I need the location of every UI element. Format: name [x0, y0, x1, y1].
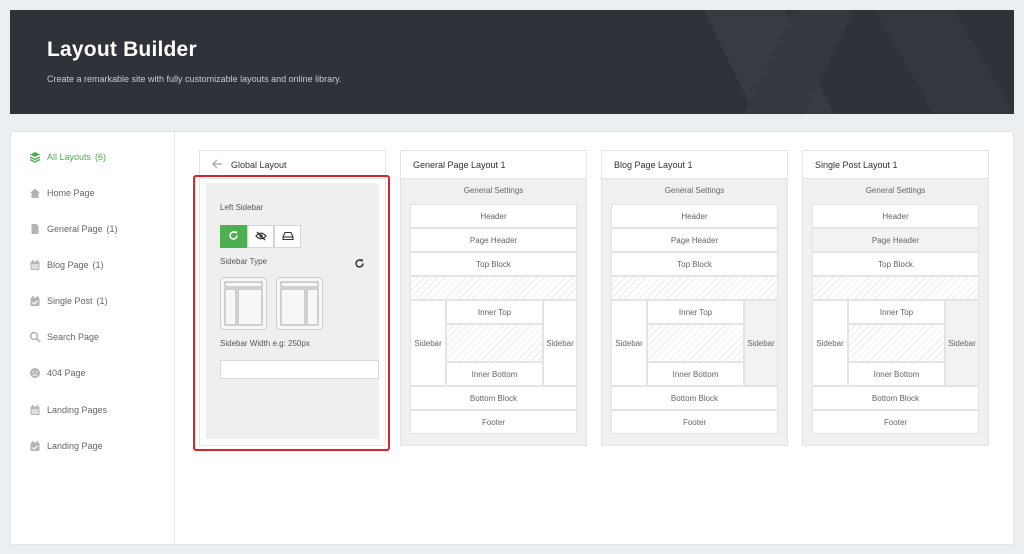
empty-block-placeholder	[611, 276, 778, 300]
content-area: Sidebar Inner Top Inner Bottom Sidebar	[410, 300, 577, 386]
sidebar-item-count: (1)	[96, 296, 108, 306]
content-area: Sidebar Inner Top Inner Bottom Sidebar	[812, 300, 979, 386]
header-block[interactable]: Header	[812, 204, 979, 228]
layers-icon	[29, 151, 41, 163]
right-sidebar-block[interactable]: Sidebar	[543, 300, 577, 386]
general-settings-link[interactable]: General Settings	[602, 179, 787, 201]
global-layout-title: Global Layout	[231, 159, 287, 170]
layout-preview: General Settings Header Page Header Top …	[803, 179, 988, 445]
left-sidebar-block[interactable]: Sidebar	[812, 300, 848, 386]
highlight-box	[193, 175, 390, 451]
sidebar-item-blog-page[interactable]: Blog Page (1)	[29, 257, 104, 273]
page-header-block[interactable]: Page Header	[812, 228, 979, 252]
main-content-placeholder	[446, 324, 543, 362]
general-settings-link[interactable]: General Settings	[803, 179, 988, 201]
sidebar-item-label: Home Page	[47, 188, 95, 198]
layout-nav: All Layouts (6) Home Page General Page (…	[11, 132, 175, 544]
empty-block-placeholder	[410, 276, 577, 300]
left-sidebar-block[interactable]: Sidebar	[410, 300, 446, 386]
main-content-placeholder	[848, 324, 945, 362]
arrow-left-icon[interactable]	[212, 158, 223, 172]
page-header-banner: Layout Builder Create a remarkable site …	[10, 10, 1014, 114]
bottom-block[interactable]: Bottom Block	[812, 386, 979, 410]
inner-top-block[interactable]: Inner Top	[647, 300, 744, 324]
top-block[interactable]: Top Block	[410, 252, 577, 276]
page-icon	[29, 223, 41, 235]
sidebar-item-label: 404 Page	[47, 368, 86, 378]
right-sidebar-block[interactable]: Sidebar	[744, 300, 778, 386]
left-sidebar-block[interactable]: Sidebar	[611, 300, 647, 386]
layout-card-blog-page[interactable]: Blog Page Layout 1 General Settings Head…	[601, 150, 788, 446]
sidebar-item-search-page[interactable]: Search Page	[29, 329, 103, 345]
sidebar-item-count: (6)	[95, 152, 107, 162]
content-area: Sidebar Inner Top Inner Bottom Sidebar	[611, 300, 778, 386]
right-sidebar-block[interactable]: Sidebar	[945, 300, 979, 386]
inner-bottom-block[interactable]: Inner Bottom	[647, 362, 744, 386]
sidebar-item-count: (1)	[106, 224, 118, 234]
sidebar-item-label: Landing Page	[47, 441, 103, 451]
sidebar-item-count: (1)	[92, 260, 104, 270]
sidebar-item-general-page[interactable]: General Page (1)	[29, 221, 118, 237]
banner-decoration	[704, 10, 1014, 114]
layout-card-title: General Page Layout 1	[401, 151, 586, 179]
sidebar-item-label: General Page	[47, 224, 103, 234]
sidebar-item-landing-page[interactable]: Landing Page	[29, 438, 107, 454]
calendar-icon	[29, 259, 41, 271]
footer-block[interactable]: Footer	[812, 410, 979, 434]
layout-preview: General Settings Header Page Header Top …	[401, 179, 586, 445]
sidebar-item-landing-pages[interactable]: Landing Pages	[29, 402, 111, 418]
home-icon	[29, 187, 41, 199]
inner-top-block[interactable]: Inner Top	[848, 300, 945, 324]
sidebar-item-all-layouts[interactable]: All Layouts (6)	[29, 149, 106, 165]
layout-card-single-post[interactable]: Single Post Layout 1 General Settings He…	[802, 150, 989, 446]
sidebar-item-label: All Layouts	[47, 152, 92, 162]
main-content-placeholder	[647, 324, 744, 362]
inner-bottom-block[interactable]: Inner Bottom	[446, 362, 543, 386]
footer-block[interactable]: Footer	[611, 410, 778, 434]
sidebar-item-label: Single Post	[47, 296, 93, 306]
layout-preview: General Settings Header Page Header Top …	[602, 179, 787, 445]
page-header-block[interactable]: Page Header	[611, 228, 778, 252]
layout-card-title: Blog Page Layout 1	[602, 151, 787, 179]
header-block[interactable]: Header	[611, 204, 778, 228]
bottom-block[interactable]: Bottom Block	[611, 386, 778, 410]
calendar-check-icon	[29, 295, 41, 307]
inner-bottom-block[interactable]: Inner Bottom	[848, 362, 945, 386]
layout-card-title: Single Post Layout 1	[803, 151, 988, 179]
footer-block[interactable]: Footer	[410, 410, 577, 434]
sidebar-item-label: Landing Pages	[47, 405, 108, 415]
sidebar-item-home-page[interactable]: Home Page	[29, 185, 99, 201]
top-block[interactable]: Top Block	[812, 252, 979, 276]
search-icon	[29, 331, 41, 343]
top-block[interactable]: Top Block	[611, 252, 778, 276]
inner-top-block[interactable]: Inner Top	[446, 300, 543, 324]
sidebar-item-label: Search Page	[47, 332, 100, 342]
sad-face-icon	[29, 367, 41, 379]
page-title: Layout Builder	[47, 38, 197, 61]
calendar-check-icon	[29, 440, 41, 452]
calendar-icon	[29, 404, 41, 416]
sidebar-item-single-post[interactable]: Single Post (1)	[29, 293, 108, 309]
page-header-block[interactable]: Page Header	[410, 228, 577, 252]
page-subtitle: Create a remarkable site with fully cust…	[47, 74, 342, 84]
general-settings-link[interactable]: General Settings	[401, 179, 586, 201]
header-block[interactable]: Header	[410, 204, 577, 228]
sidebar-item-404-page[interactable]: 404 Page	[29, 365, 90, 381]
layout-card-general-page[interactable]: General Page Layout 1 General Settings H…	[400, 150, 587, 446]
main-panel: All Layouts (6) Home Page General Page (…	[10, 131, 1014, 545]
sidebar-item-label: Blog Page	[47, 260, 89, 270]
bottom-block[interactable]: Bottom Block	[410, 386, 577, 410]
empty-block-placeholder	[812, 276, 979, 300]
